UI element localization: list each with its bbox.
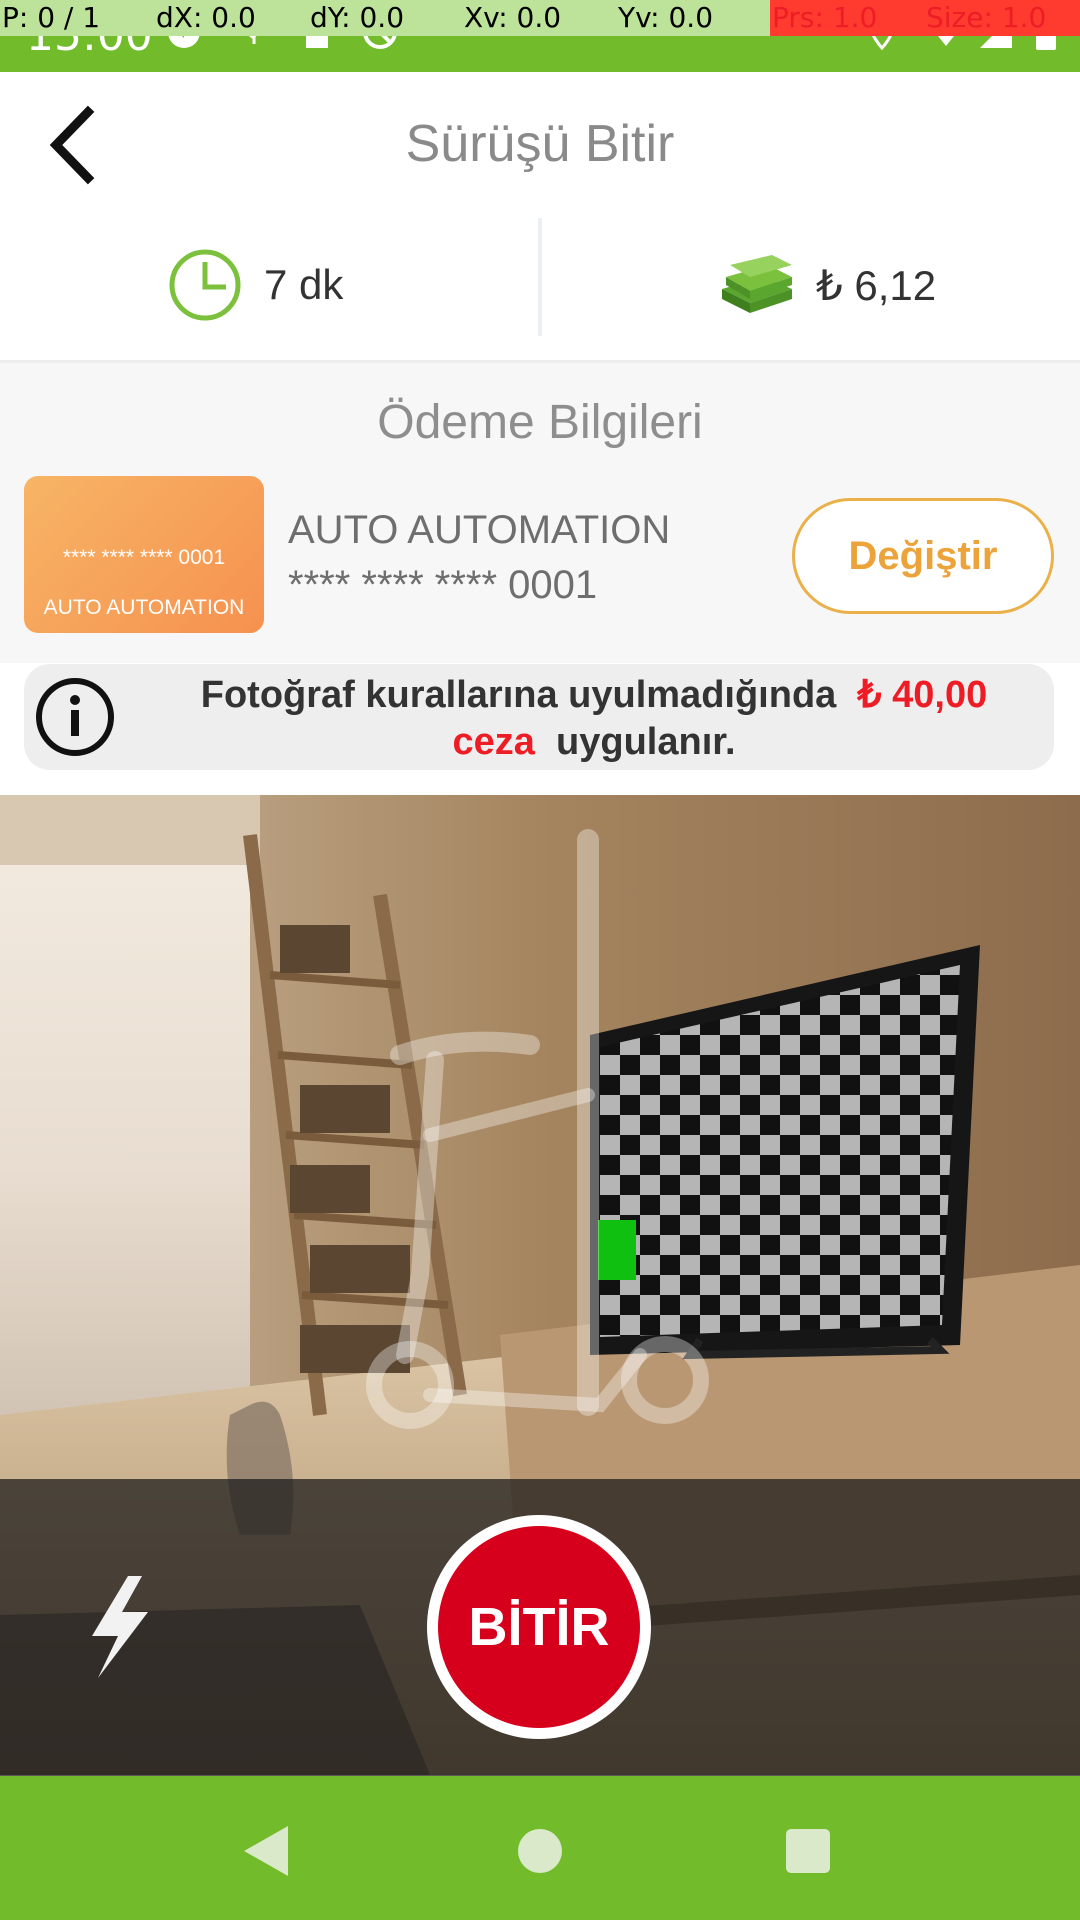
finish-ride-button[interactable]: BİTİR [427,1515,651,1739]
status-bar: 15:00 P: 0 / 1 dX: 0.0 dY: 0.0 Xv: 0.0 Y… [0,0,1080,72]
debug-dx: dX: 0.0 [154,0,308,36]
payment-section: Ödeme Bilgileri **** **** **** 0001 AUTO… [0,363,1080,663]
penalty-warning: Fotoğraf kurallarına uyulmadığında ₺ 40,… [24,664,1054,770]
summary-divider [538,218,542,336]
duration-section: 7 dk [168,240,343,330]
debug-xv: Xv: 0.0 [462,0,616,36]
debug-dy: dY: 0.0 [308,0,462,36]
debug-pressure: Prs: 1.0 [770,0,924,36]
ride-duration: 7 dk [264,261,344,308]
ride-price: ₺ 6,12 [816,261,937,309]
card-number: **** **** **** 0001 [288,563,598,607]
info-icon [36,678,114,756]
card-thumb-number: **** **** **** 0001 [62,546,226,569]
debug-pointer: P: 0 / 1 [0,0,154,36]
card-thumbnail: **** **** **** 0001 AUTO AUTOMATION [24,476,264,633]
page-title: Sürüşü Bitir [405,115,675,173]
card-holder-name: AUTO AUTOMATION [288,508,671,552]
app-bar: Sürüşü Bitir [0,72,1080,218]
debug-yv: Yv: 0.0 [616,0,770,36]
debug-size: Size: 1.0 [924,0,1080,36]
warning-text-2: uygulanır. [556,721,736,763]
nav-back-icon[interactable] [244,1826,288,1876]
clock-icon [169,249,241,321]
flash-icon[interactable] [84,1574,154,1680]
penalty-amount: ₺ 40,00 [857,674,988,716]
payment-title: Ödeme Bilgileri [377,396,703,449]
system-nav-bar [0,1776,1080,1920]
price-section: ₺ 6,12 [720,240,936,330]
warning-text: Fotoğraf kurallarına uyulmadığında ₺ 40,… [144,672,1044,766]
card-thumb-name: AUTO AUTOMATION [43,596,245,619]
penalty-word: ceza [452,721,535,763]
finish-ride-label: BİTİR [438,1526,640,1728]
change-card-button[interactable]: Değiştir [792,498,1054,614]
debug-overlay: P: 0 / 1 dX: 0.0 dY: 0.0 Xv: 0.0 Yv: 0.0… [0,0,1080,36]
nav-home-icon[interactable] [518,1829,562,1873]
ride-summary: 7 dk ₺ 6,12 [0,218,1080,363]
warning-text-1: Fotoğraf kurallarına uyulmadığında [200,674,837,716]
money-stack-icon [722,255,792,313]
nav-recents-icon[interactable] [786,1829,830,1873]
